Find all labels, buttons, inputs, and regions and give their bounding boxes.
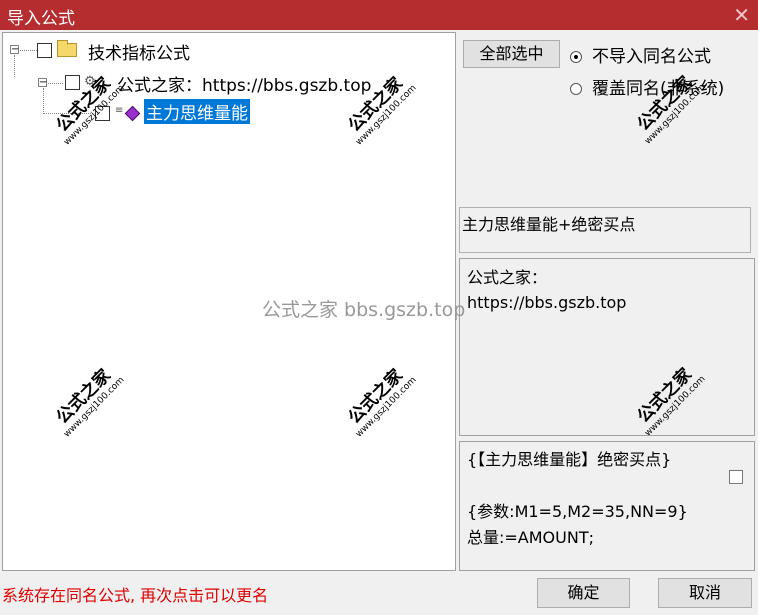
- title-bar: 导入公式 ✕: [0, 0, 758, 30]
- description-line: 公式之家：: [467, 268, 548, 287]
- formula-gem-icon: [124, 105, 141, 122]
- code-checkbox[interactable]: [729, 470, 743, 484]
- code-line: {参数:M1=5,M2=35,NN=9}: [467, 502, 688, 521]
- formula-name-field: 主力思维量能+绝密买点: [459, 207, 751, 253]
- child-collapse-icon[interactable]: −: [38, 78, 47, 88]
- radio-icon[interactable]: [570, 83, 582, 95]
- description-box[interactable]: 公式之家： https://bbs.gszb.top: [459, 258, 755, 436]
- ok-button[interactable]: 确定: [537, 578, 630, 608]
- radio-overwrite[interactable]: 覆盖同名(非系统): [570, 74, 724, 99]
- radio-icon[interactable]: [570, 51, 582, 63]
- child-checkbox[interactable]: [65, 75, 80, 90]
- watermark: 公式之家 www.gszj100.com: [52, 365, 127, 440]
- tree-connector: [20, 50, 37, 51]
- root-collapse-icon[interactable]: −: [10, 45, 19, 55]
- window-title: 导入公式: [7, 9, 75, 29]
- radio-label: 覆盖同名(非系统): [592, 79, 725, 99]
- select-all-button[interactable]: 全部选中: [463, 40, 560, 68]
- tree-connector: [43, 113, 93, 114]
- gear-icon: ⚙: [84, 74, 96, 89]
- formula-lines-icon: ≡: [115, 105, 124, 116]
- formula-tree[interactable]: − 技术指标公式 − ⚙ 公式之家：https://bbs.gszb.top ≡…: [2, 32, 456, 571]
- root-checkbox[interactable]: [37, 43, 52, 58]
- code-line: {【主力思维量能】绝密买点}: [467, 450, 672, 469]
- status-message: 系统存在同名公式, 再次点击可以更名: [2, 586, 269, 605]
- code-line: 总量:=AMOUNT;: [467, 528, 594, 547]
- tree-root-label[interactable]: 技术指标公式: [88, 39, 190, 64]
- leaf-checkbox[interactable]: [95, 106, 110, 121]
- close-icon[interactable]: ✕: [733, 3, 750, 27]
- cancel-button[interactable]: 取消: [658, 578, 752, 608]
- tree-connector: [14, 55, 15, 77]
- tree-child-label[interactable]: 公式之家：https://bbs.gszb.top: [117, 71, 371, 96]
- radio-skip-duplicates[interactable]: 不导入同名公式: [570, 42, 711, 67]
- tree-leaf-label[interactable]: 主力思维量能: [144, 99, 250, 124]
- tree-connector: [48, 83, 63, 84]
- tree-connector: [43, 88, 44, 112]
- formula-code-box[interactable]: {【主力思维量能】绝密买点} {参数:M1=5,M2=35,NN=9} 总量:=…: [459, 441, 755, 571]
- folder-icon: [57, 40, 77, 57]
- description-line: https://bbs.gszb.top: [467, 293, 627, 312]
- radio-label: 不导入同名公式: [592, 47, 711, 67]
- watermark: 公式之家 www.gszj100.com: [344, 365, 419, 440]
